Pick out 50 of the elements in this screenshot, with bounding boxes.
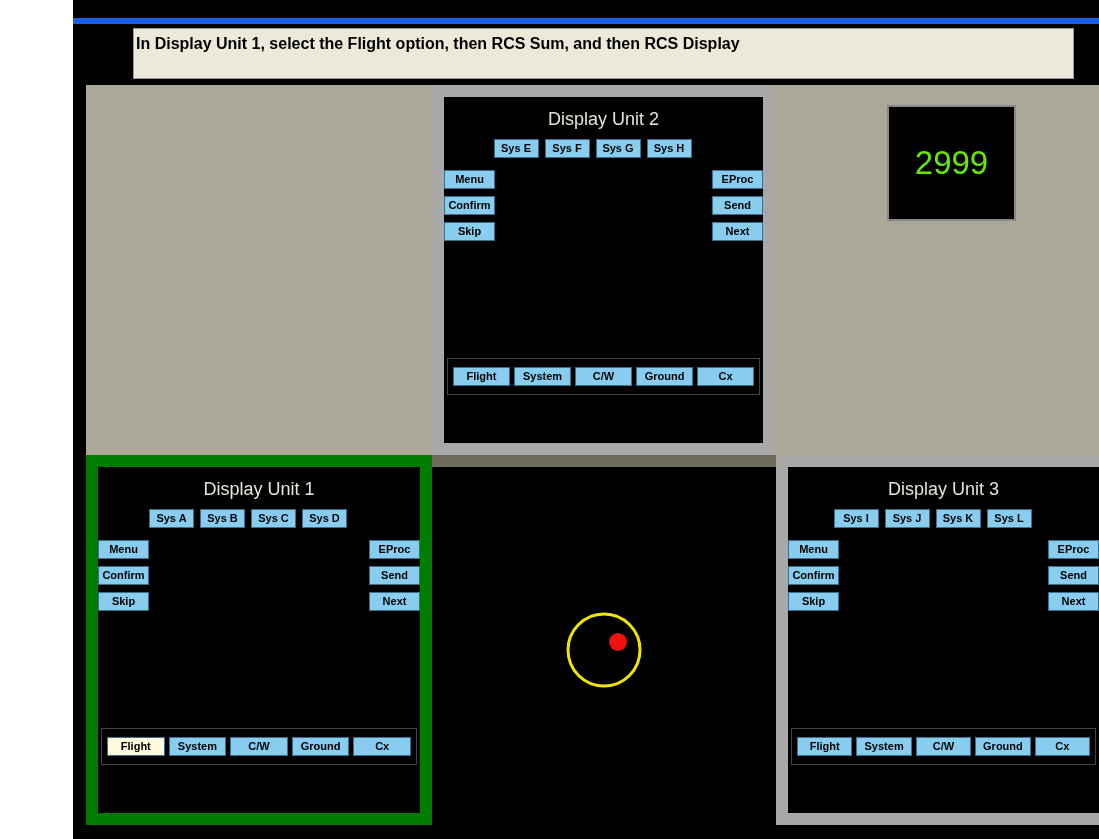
- panel-button[interactable]: Next: [712, 222, 763, 241]
- panel-button[interactable]: Confirm: [98, 566, 149, 585]
- panel-button[interactable]: Menu: [98, 540, 149, 559]
- panel-button[interactable]: Skip: [98, 592, 149, 611]
- panel-button[interactable]: EProc: [369, 540, 420, 559]
- panel-button[interactable]: System: [856, 737, 912, 756]
- panel-button[interactable]: C/W: [230, 737, 288, 756]
- panel-button[interactable]: Sys F: [544, 139, 590, 158]
- panel-button[interactable]: Confirm: [788, 566, 839, 585]
- panel-button[interactable]: Sys K: [935, 509, 981, 528]
- unit-title: Display Unit 1: [203, 478, 315, 501]
- panel-button[interactable]: Flight: [797, 737, 853, 756]
- panel-button[interactable]: Ground: [636, 367, 693, 386]
- panel-button[interactable]: Cx: [353, 737, 411, 756]
- panel-button[interactable]: Flight: [453, 367, 510, 386]
- panel-button[interactable]: Next: [369, 592, 420, 611]
- panel-button[interactable]: Ground: [291, 737, 350, 756]
- panel-button[interactable]: Send: [369, 566, 420, 585]
- panel-button[interactable]: Sys H: [646, 139, 692, 158]
- panel-button[interactable]: Menu: [788, 540, 839, 559]
- panel-button[interactable]: Sys G: [595, 139, 641, 158]
- panel-button[interactable]: Sys I: [833, 509, 879, 528]
- panel-button[interactable]: Sys C: [251, 509, 296, 528]
- panel-button[interactable]: Cx: [697, 367, 754, 386]
- panel-button[interactable]: EProc: [1048, 540, 1099, 559]
- panel-button[interactable]: Flight: [107, 737, 165, 756]
- panel-button[interactable]: Send: [1048, 566, 1099, 585]
- panel-button[interactable]: Sys J: [884, 509, 930, 528]
- panel-button[interactable]: Next: [1048, 592, 1099, 611]
- panel-button[interactable]: Skip: [788, 592, 839, 611]
- panel-button[interactable]: Ground: [975, 737, 1031, 756]
- panel-button[interactable]: Sys D: [302, 509, 347, 528]
- panel-button[interactable]: Send: [712, 196, 763, 215]
- panel-button[interactable]: Skip: [444, 222, 495, 241]
- panel-button[interactable]: System: [168, 737, 227, 756]
- panel-button[interactable]: Sys B: [200, 509, 245, 528]
- panel-button[interactable]: C/W: [915, 737, 972, 756]
- panel-button[interactable]: EProc: [712, 170, 763, 189]
- panel-button[interactable]: Cx: [1034, 737, 1091, 756]
- counter-display: 2999: [887, 105, 1016, 221]
- panel-button[interactable]: Confirm: [444, 196, 495, 215]
- unit-title: Display Unit 2: [547, 108, 659, 131]
- panel-button[interactable]: Sys E: [493, 139, 539, 158]
- unit-title: Display Unit 3: [887, 478, 999, 501]
- panel-button[interactable]: Menu: [444, 170, 495, 189]
- panel-button[interactable]: Sys A: [149, 509, 194, 528]
- instruction-text: In Display Unit 1, select the Flight option, then RCS Sum, and then RCS Display: [133, 28, 1074, 79]
- panel-button[interactable]: System: [514, 367, 571, 386]
- panel-button[interactable]: C/W: [575, 367, 632, 386]
- panel-button[interactable]: Sys L: [986, 509, 1032, 528]
